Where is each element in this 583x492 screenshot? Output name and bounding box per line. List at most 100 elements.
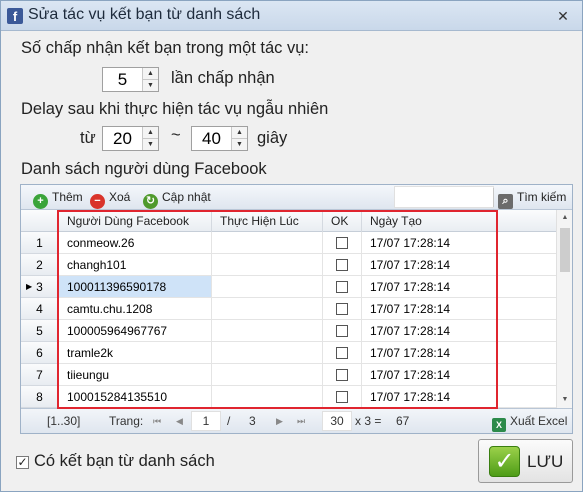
scroll-thumb[interactable] bbox=[560, 228, 570, 272]
executed-at-cell[interactable] bbox=[212, 364, 323, 386]
accept-unit-label: lần chấp nhận bbox=[171, 69, 275, 87]
ok-checkbox[interactable] bbox=[336, 325, 348, 337]
ok-checkbox[interactable] bbox=[336, 391, 348, 403]
table-row[interactable]: 1 conmeow.26 17/07 17:28:14 bbox=[21, 232, 556, 254]
binoculars-icon: ⌕ bbox=[498, 194, 513, 209]
user-cell[interactable]: tiieungu bbox=[59, 364, 212, 386]
user-cell[interactable]: tramle2k bbox=[59, 342, 212, 364]
created-date-cell[interactable]: 17/07 17:28:14 bbox=[362, 386, 497, 408]
created-date-cell[interactable]: 17/07 17:28:14 bbox=[362, 298, 497, 320]
spin-down-icon[interactable]: ▼ bbox=[143, 138, 158, 149]
user-cell[interactable]: 100011396590178 bbox=[59, 276, 212, 298]
spin-up-icon[interactable]: ▲ bbox=[143, 127, 158, 138]
user-cell[interactable]: changh101 bbox=[59, 254, 212, 276]
table-row[interactable]: 2 changh101 17/07 17:28:14 bbox=[21, 254, 556, 276]
ok-checkbox[interactable] bbox=[336, 303, 348, 315]
delay-to-stepper[interactable]: 40 ▲ ▼ bbox=[191, 126, 248, 151]
row-number-header bbox=[21, 210, 59, 232]
ok-cell[interactable] bbox=[323, 254, 362, 276]
row-number[interactable]: 1 bbox=[21, 232, 59, 254]
range-tilde: ~ bbox=[171, 126, 181, 144]
row-number[interactable]: 2 bbox=[21, 254, 59, 276]
ok-cell[interactable] bbox=[323, 364, 362, 386]
table-row[interactable]: ▶ 3 100011396590178 17/07 17:28:14 bbox=[21, 276, 556, 298]
search-input[interactable] bbox=[394, 186, 494, 208]
executed-at-cell[interactable] bbox=[212, 386, 323, 408]
row-number[interactable]: 8 bbox=[21, 386, 59, 408]
executed-at-cell[interactable] bbox=[212, 298, 323, 320]
ok-cell[interactable] bbox=[323, 232, 362, 254]
export-excel-button[interactable]: X Xuất Excel bbox=[492, 409, 567, 434]
row-number[interactable]: 7 bbox=[21, 364, 59, 386]
scroll-down-icon[interactable]: ▼ bbox=[557, 392, 573, 408]
spin-up-icon[interactable]: ▲ bbox=[232, 127, 247, 138]
delay-to-value[interactable]: 40 bbox=[192, 127, 231, 150]
row-number[interactable]: 4 bbox=[21, 298, 59, 320]
ok-checkbox[interactable] bbox=[336, 281, 348, 293]
user-cell[interactable]: 100005964967767 bbox=[59, 320, 212, 342]
ok-cell[interactable] bbox=[323, 342, 362, 364]
executed-at-cell[interactable] bbox=[212, 254, 323, 276]
add-from-list-checkbox[interactable]: ✓ bbox=[16, 456, 29, 469]
last-page-icon[interactable]: ⏭ bbox=[297, 409, 305, 434]
ok-checkbox[interactable] bbox=[336, 237, 348, 249]
table-row[interactable]: 4 camtu.chu.1208 17/07 17:28:14 bbox=[21, 298, 556, 320]
created-date-cell[interactable]: 17/07 17:28:14 bbox=[362, 276, 497, 298]
facebook-users-list-label: Danh sách người dùng Facebook bbox=[21, 160, 267, 178]
executed-at-cell[interactable] bbox=[212, 232, 323, 254]
ok-cell[interactable] bbox=[323, 386, 362, 408]
delete-button[interactable]: − Xoá bbox=[90, 188, 130, 209]
toolbar-divider bbox=[493, 188, 494, 207]
search-button[interactable]: ⌕ Tìm kiếm bbox=[498, 188, 566, 209]
page-size-input[interactable]: 30 bbox=[322, 411, 352, 431]
ok-cell[interactable] bbox=[323, 320, 362, 342]
created-date-cell[interactable]: 17/07 17:28:14 bbox=[362, 254, 497, 276]
ok-checkbox[interactable] bbox=[336, 347, 348, 359]
executed-at-cell[interactable] bbox=[212, 320, 323, 342]
current-page-input[interactable]: 1 bbox=[191, 411, 221, 431]
table-row[interactable]: 8 100015284135510 17/07 17:28:14 bbox=[21, 386, 556, 408]
column-header-ok[interactable]: OK bbox=[323, 210, 362, 232]
scroll-up-icon[interactable]: ▲ bbox=[557, 210, 573, 226]
user-cell[interactable]: conmeow.26 bbox=[59, 232, 212, 254]
executed-at-cell[interactable] bbox=[212, 342, 323, 364]
grid-pager: [1..30] Trang: ⏮ ◀ 1 / 3 ▶ ⏭ 30 x 3 = 67… bbox=[21, 408, 572, 433]
next-page-icon[interactable]: ▶ bbox=[276, 409, 283, 434]
created-date-cell[interactable]: 17/07 17:28:14 bbox=[362, 342, 497, 364]
row-number[interactable]: ▶ 3 bbox=[21, 276, 59, 298]
column-header-user[interactable]: Người Dùng Facebook bbox=[59, 210, 212, 232]
created-date-cell[interactable]: 17/07 17:28:14 bbox=[362, 320, 497, 342]
row-number[interactable]: 5 bbox=[21, 320, 59, 342]
user-cell[interactable]: camtu.chu.1208 bbox=[59, 298, 212, 320]
delay-from-value[interactable]: 20 bbox=[103, 127, 142, 150]
row-number[interactable]: 6 bbox=[21, 342, 59, 364]
ok-cell[interactable] bbox=[323, 276, 362, 298]
vertical-scrollbar[interactable]: ▲ ▼ bbox=[556, 210, 572, 408]
ok-checkbox[interactable] bbox=[336, 369, 348, 381]
created-date-cell[interactable]: 17/07 17:28:14 bbox=[362, 232, 497, 254]
delay-from-stepper[interactable]: 20 ▲ ▼ bbox=[102, 126, 159, 151]
add-button[interactable]: + Thêm bbox=[33, 188, 83, 209]
accept-count-stepper[interactable]: 5 ▲ ▼ bbox=[102, 67, 159, 92]
ok-cell[interactable] bbox=[323, 298, 362, 320]
first-page-icon[interactable]: ⏮ bbox=[153, 409, 161, 434]
total-pages: 3 bbox=[249, 414, 256, 428]
accept-count-value[interactable]: 5 bbox=[103, 68, 142, 91]
close-button[interactable]: ✕ bbox=[554, 7, 572, 25]
spin-down-icon[interactable]: ▼ bbox=[143, 79, 158, 90]
table-row[interactable]: 7 tiieungu 17/07 17:28:14 bbox=[21, 364, 556, 386]
table-row[interactable]: 6 tramle2k 17/07 17:28:14 bbox=[21, 342, 556, 364]
ok-checkbox[interactable] bbox=[336, 259, 348, 271]
users-grid-panel: + Thêm − Xoá ↻ Cập nhật ⌕ Tìm kiếm Người Dùn… bbox=[20, 184, 573, 434]
table-row[interactable]: 5 100005964967767 17/07 17:28:14 bbox=[21, 320, 556, 342]
spin-up-icon[interactable]: ▲ bbox=[143, 68, 158, 79]
save-button[interactable]: ✓ LƯU bbox=[478, 439, 573, 483]
column-header-executed-at[interactable]: Thực Hiện Lúc bbox=[212, 210, 323, 232]
created-date-cell[interactable]: 17/07 17:28:14 bbox=[362, 364, 497, 386]
spin-down-icon[interactable]: ▼ bbox=[232, 138, 247, 149]
previous-page-icon[interactable]: ◀ bbox=[176, 409, 183, 434]
executed-at-cell[interactable] bbox=[212, 276, 323, 298]
update-button[interactable]: ↻ Cập nhật bbox=[143, 188, 211, 209]
column-header-created-date[interactable]: Ngày Tạo bbox=[362, 210, 497, 232]
user-cell[interactable]: 100015284135510 bbox=[59, 386, 212, 408]
